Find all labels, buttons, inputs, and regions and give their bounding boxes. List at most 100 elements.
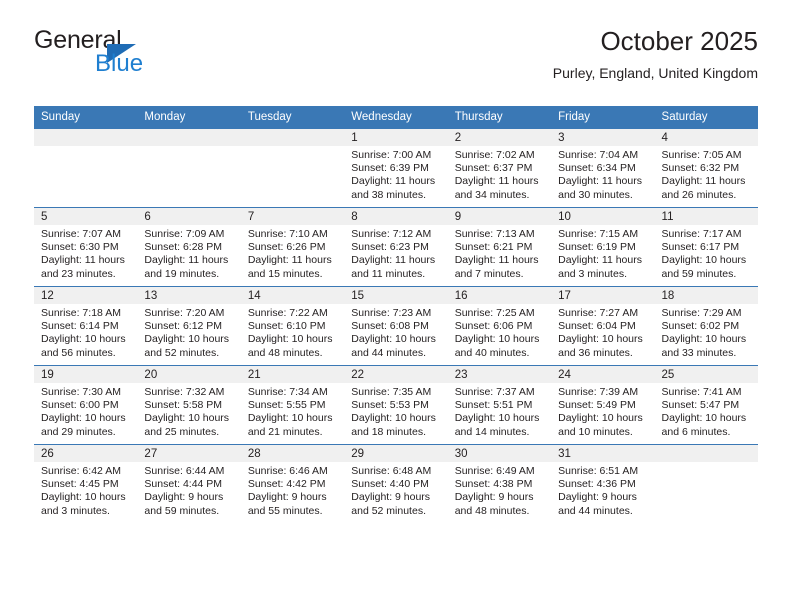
day-number: 12 — [34, 287, 138, 304]
calendar-day-cell[interactable]: 17 Sunrise: 7:27 AM Sunset: 6:04 PM Dayligh… — [551, 286, 655, 366]
daylight-text-line1: Daylight: 10 hours — [558, 412, 643, 425]
daylight-text-line1: Daylight: 11 hours — [661, 175, 746, 188]
sunset-text: Sunset: 6:17 PM — [661, 241, 740, 254]
calendar-header-row: Sunday Monday Tuesday Wednesday Thursday… — [34, 106, 758, 129]
day-number: 10 — [551, 208, 655, 225]
daylight-text-line2: and 56 minutes. — [41, 346, 116, 359]
calendar-day-cell[interactable]: 8 Sunrise: 7:12 AM Sunset: 6:23 PM Daylight… — [344, 207, 448, 287]
calendar-day-cell[interactable]: 5 Sunrise: 7:07 AM Sunset: 6:30 PM Daylight… — [34, 207, 138, 287]
calendar-day-cell[interactable]: 19 Sunrise: 7:30 AM Sunset: 6:00 PM Dayligh… — [34, 365, 138, 445]
calendar-day-cell[interactable]: 3 Sunrise: 7:04 AM Sunset: 6:34 PM Daylight… — [551, 128, 655, 208]
day-details: Sunrise: 7:04 AM Sunset: 6:34 PM Daylight:… — [551, 146, 654, 202]
calendar-day-cell[interactable]: 28 Sunrise: 6:46 AM Sunset: 4:42 PM Dayligh… — [240, 444, 345, 523]
daylight-text-line2: and 48 minutes. — [454, 504, 530, 517]
calendar-day-cell[interactable]: 12 Sunrise: 7:18 AM Sunset: 6:14 PM Dayligh… — [34, 286, 138, 366]
calendar-day-cell[interactable]: 14 Sunrise: 7:22 AM Sunset: 6:10 PM Dayligh… — [240, 286, 345, 366]
day-details: Sunrise: 7:00 AM Sunset: 6:39 PM Daylight:… — [344, 146, 447, 202]
sunrise-text: Sunrise: 7:17 AM — [661, 228, 742, 240]
calendar-day-cell[interactable]: 7 Sunrise: 7:10 AM Sunset: 6:26 PM Daylight… — [240, 207, 345, 287]
calendar-day-cell[interactable]: 30 Sunrise: 6:49 AM Sunset: 4:38 PM Dayligh… — [447, 444, 552, 523]
day-details: Sunrise: 7:07 AM Sunset: 6:30 PM Daylight:… — [34, 225, 137, 281]
day-details: Sunrise: 7:18 AM Sunset: 6:14 PM Daylight:… — [34, 304, 137, 360]
sunrise-text: Sunrise: 7:15 AM — [558, 228, 639, 240]
calendar-day-cell[interactable]: 1 Sunrise: 7:00 AM Sunset: 6:39 PM Daylight… — [344, 128, 448, 208]
weekday-header-monday: Monday — [137, 106, 241, 129]
daylight-text-line1: Daylight: 10 hours — [247, 333, 333, 346]
calendar-day-cell[interactable]: 27 Sunrise: 6:44 AM Sunset: 4:44 PM Dayligh… — [137, 444, 241, 523]
calendar-day-cell[interactable]: 22 Sunrise: 7:35 AM Sunset: 5:53 PM Dayligh… — [344, 365, 448, 445]
calendar-day-cell[interactable]: 4 Sunrise: 7:05 AM Sunset: 6:32 PM Daylight… — [654, 128, 758, 208]
calendar-day-cell[interactable]: 26 Sunrise: 6:42 AM Sunset: 4:45 PM Dayligh… — [34, 444, 138, 523]
day-details: Sunrise: 7:15 AM Sunset: 6:19 PM Daylight:… — [551, 225, 654, 281]
calendar-day-cell[interactable]: 11 Sunrise: 7:17 AM Sunset: 6:17 PM Dayligh… — [654, 207, 758, 287]
calendar-day-cell[interactable]: 23 Sunrise: 7:37 AM Sunset: 5:51 PM Dayligh… — [447, 365, 552, 445]
calendar-day-cell[interactable]: 31 Sunrise: 6:51 AM Sunset: 4:36 PM Dayligh… — [551, 444, 655, 523]
day-number: 8 — [344, 208, 448, 225]
sunset-text: Sunset: 6:23 PM — [351, 241, 429, 254]
day-number: 18 — [654, 287, 758, 304]
day-number: 21 — [240, 366, 345, 383]
daylight-text-line1: Daylight: 10 hours — [144, 333, 230, 346]
day-number: 15 — [344, 287, 448, 304]
day-number: 6 — [137, 208, 241, 225]
calendar-day-cell[interactable]: 21 Sunrise: 7:34 AM Sunset: 5:55 PM Dayligh… — [240, 365, 345, 445]
calendar-day-cell[interactable]: 9 Sunrise: 7:13 AM Sunset: 6:21 PM Daylight… — [447, 207, 552, 287]
daylight-text-line2: and 6 minutes. — [661, 425, 731, 438]
sunrise-text: Sunrise: 7:09 AM — [144, 228, 225, 240]
calendar-day-cell[interactable]: 29 Sunrise: 6:48 AM Sunset: 4:40 PM Dayligh… — [344, 444, 448, 523]
day-number — [240, 129, 345, 146]
sunset-text: Sunset: 6:02 PM — [661, 320, 740, 333]
daylight-text-line2: and 48 minutes. — [247, 346, 323, 359]
sunset-text: Sunset: 6:32 PM — [661, 162, 740, 175]
calendar-day-cell[interactable]: 20 Sunrise: 7:32 AM Sunset: 5:58 PM Dayligh… — [137, 365, 241, 445]
calendar-day-cell[interactable]: 25 Sunrise: 7:41 AM Sunset: 5:47 PM Dayligh… — [654, 365, 758, 445]
calendar-day-cell[interactable]: 6 Sunrise: 7:09 AM Sunset: 6:28 PM Daylight… — [137, 207, 241, 287]
calendar-day-cell[interactable]: 2 Sunrise: 7:02 AM Sunset: 6:37 PM Daylight… — [447, 128, 552, 208]
logo-text-blue: Blue — [95, 50, 144, 77]
calendar-cell-empty — [137, 128, 241, 208]
calendar-day-cell[interactable]: 16 Sunrise: 7:25 AM Sunset: 6:06 PM Dayligh… — [447, 286, 552, 366]
calendar-day-cell[interactable]: 24 Sunrise: 7:39 AM Sunset: 5:49 PM Dayligh… — [551, 365, 655, 445]
daylight-text-line2: and 15 minutes. — [247, 267, 323, 280]
day-number: 17 — [551, 287, 655, 304]
day-number: 25 — [654, 366, 758, 383]
daylight-text-line2: and 29 minutes. — [41, 425, 116, 438]
sunset-text: Sunset: 4:38 PM — [454, 478, 533, 491]
page-header: General Blue October 2025 Purley, Englan… — [34, 26, 758, 98]
sunset-text: Sunset: 4:42 PM — [247, 478, 326, 491]
day-details: Sunrise: 6:44 AM Sunset: 4:44 PM Daylight:… — [137, 462, 240, 518]
sunset-text: Sunset: 6:37 PM — [454, 162, 533, 175]
daylight-text-line2: and 7 minutes. — [454, 267, 524, 280]
sunset-text: Sunset: 4:36 PM — [558, 478, 636, 491]
sunset-text: Sunset: 4:45 PM — [41, 478, 119, 491]
daylight-text-line2: and 34 minutes. — [454, 188, 530, 201]
day-details: Sunrise: 7:37 AM Sunset: 5:51 PM Daylight:… — [448, 383, 551, 439]
sunrise-text: Sunrise: 7:35 AM — [351, 386, 432, 398]
sunrise-text: Sunrise: 6:49 AM — [454, 465, 535, 477]
day-number: 22 — [344, 366, 448, 383]
day-number: 3 — [551, 129, 655, 146]
daylight-text-line1: Daylight: 11 hours — [247, 254, 332, 267]
day-number: 27 — [137, 445, 241, 462]
day-number — [137, 129, 241, 146]
day-number: 5 — [34, 208, 138, 225]
day-details: Sunrise: 7:25 AM Sunset: 6:06 PM Daylight:… — [448, 304, 551, 360]
sunset-text: Sunset: 5:47 PM — [661, 399, 740, 412]
day-number: 30 — [447, 445, 552, 462]
sunset-text: Sunset: 4:44 PM — [144, 478, 223, 491]
daylight-text-line2: and 18 minutes. — [351, 425, 426, 438]
day-number: 20 — [137, 366, 241, 383]
sunset-text: Sunset: 5:51 PM — [454, 399, 533, 412]
calendar-day-cell[interactable]: 18 Sunrise: 7:29 AM Sunset: 6:02 PM Dayligh… — [654, 286, 758, 366]
sunset-text: Sunset: 6:06 PM — [454, 320, 533, 333]
daylight-text-line1: Daylight: 9 hours — [558, 491, 637, 504]
calendar-day-cell[interactable]: 10 Sunrise: 7:15 AM Sunset: 6:19 PM Dayligh… — [551, 207, 655, 287]
sunrise-text: Sunrise: 6:48 AM — [351, 465, 432, 477]
calendar-week-row: 1 Sunrise: 7:00 AM Sunset: 6:39 PM Daylight… — [34, 128, 758, 208]
sunset-text: Sunset: 6:28 PM — [144, 241, 223, 254]
daylight-text-line2: and 23 minutes. — [41, 267, 116, 280]
calendar-day-cell[interactable]: 15 Sunrise: 7:23 AM Sunset: 6:08 PM Dayligh… — [344, 286, 448, 366]
weekday-header-tuesday: Tuesday — [240, 106, 345, 129]
calendar-day-cell[interactable]: 13 Sunrise: 7:20 AM Sunset: 6:12 PM Dayligh… — [137, 286, 241, 366]
daylight-text-line2: and 52 minutes. — [144, 346, 220, 359]
